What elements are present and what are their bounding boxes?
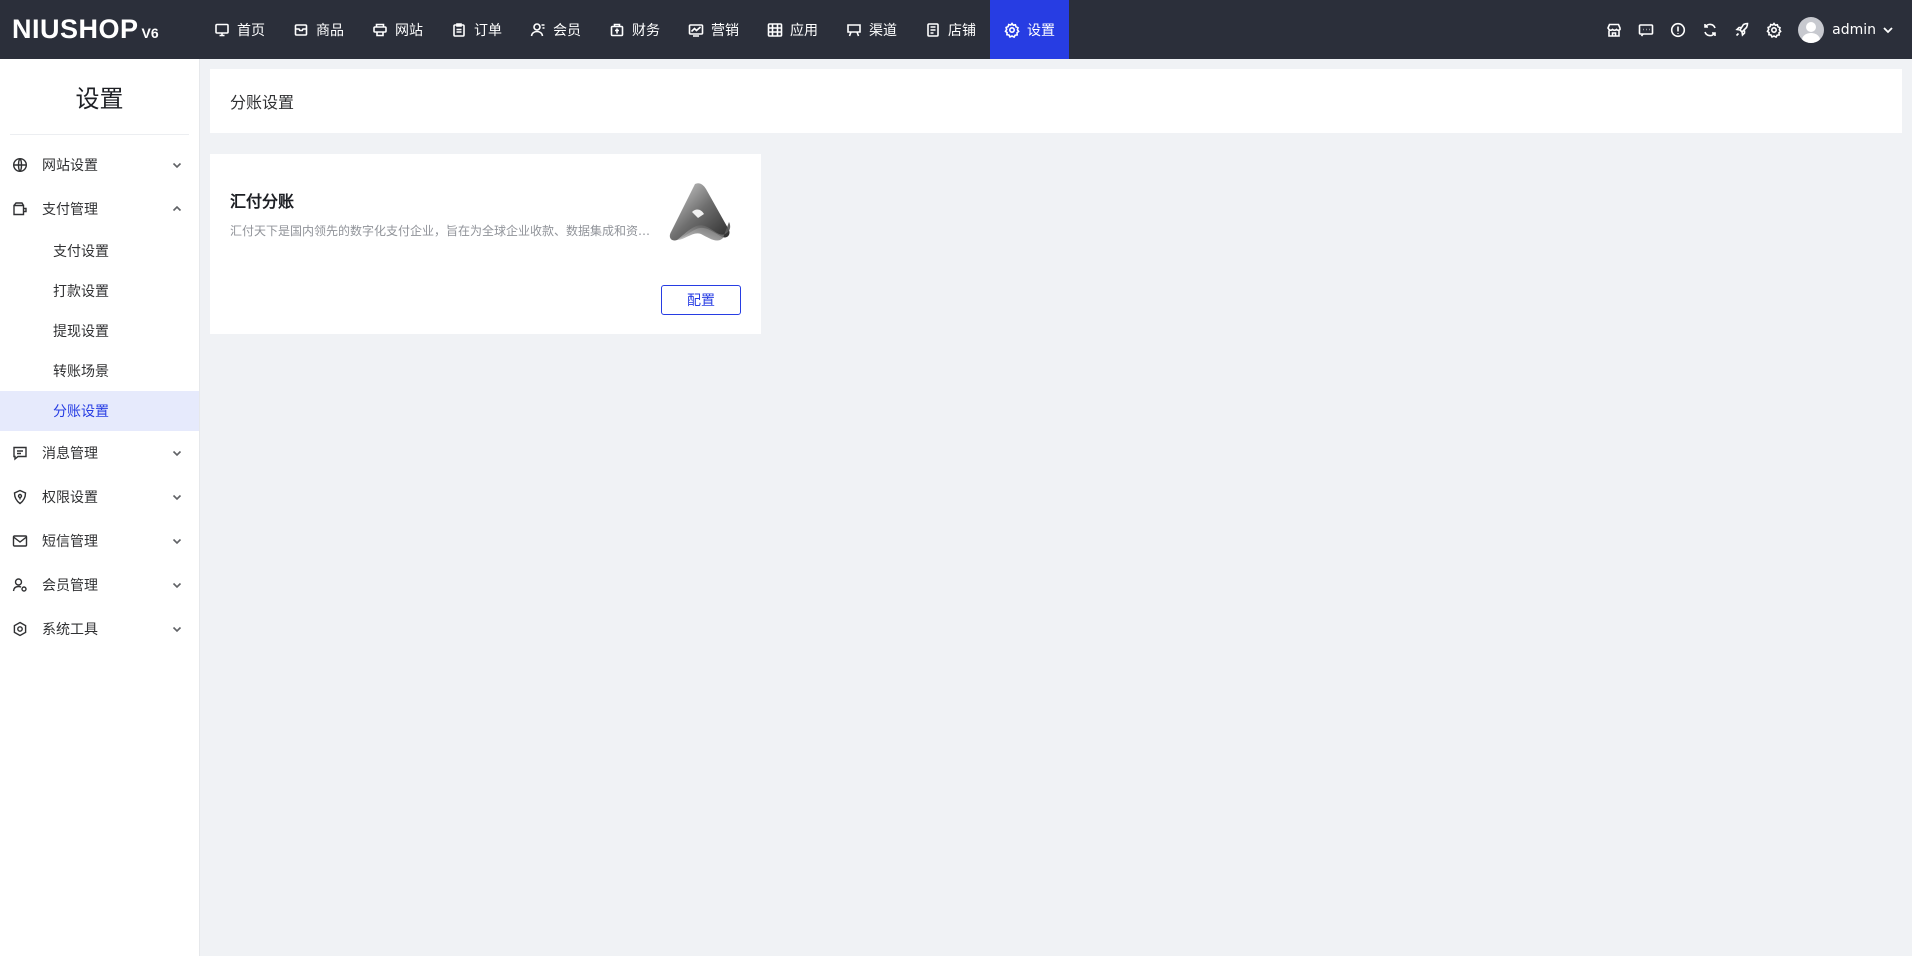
card-title: 汇付分账 xyxy=(230,192,295,211)
logo-version: V6 xyxy=(141,25,159,41)
nav-label: 订单 xyxy=(474,22,502,39)
nav-label: 网站 xyxy=(395,22,423,39)
info-icon[interactable] xyxy=(1662,14,1694,46)
main-nav: 首页 商品 网站 订单 会员 财务 营销 应用 渠道 店铺 设置 xyxy=(200,0,1069,59)
sidebar: 设置 网站设置 支付管理 支付设置 打款设置 提现设置 转账场景 分账设置 消息… xyxy=(0,59,200,956)
chevron-down-icon xyxy=(171,623,183,635)
sidebar-item-label: 消息管理 xyxy=(42,446,98,462)
sidebar-title: 设置 xyxy=(10,59,189,135)
nav-channels[interactable]: 渠道 xyxy=(832,0,911,59)
top-navbar: NIUSHOP V6 首页 商品 网站 订单 会员 财务 营销 应用 渠道 店铺… xyxy=(0,0,1912,59)
message-icon[interactable] xyxy=(1630,14,1662,46)
nav-label: 会员 xyxy=(553,22,581,39)
chevron-down-icon xyxy=(171,579,183,591)
split-provider-card: 汇付分账 汇付天下是国内领先的数字化支付企业，旨在为全球企业收款、数据集成和资金… xyxy=(210,154,761,334)
sidebar-item-label: 网站设置 xyxy=(42,158,98,174)
config-button[interactable]: 配置 xyxy=(661,285,741,315)
grid-icon xyxy=(767,22,783,37)
chevron-down-icon xyxy=(171,159,183,171)
nav-members[interactable]: 会员 xyxy=(516,0,595,59)
chevron-down-icon xyxy=(171,491,183,503)
avatar xyxy=(1798,16,1825,43)
clipboard-icon xyxy=(453,22,465,37)
sidebar-subitem-payment-settings[interactable]: 支付设置 xyxy=(0,231,199,271)
sidebar-item-label: 短信管理 xyxy=(42,534,98,550)
sidebar-subitem-split-settings[interactable]: 分账设置 xyxy=(0,391,199,431)
gear-icon xyxy=(1004,21,1020,38)
wallet-icon xyxy=(610,23,624,36)
nav-label: 财务 xyxy=(632,22,660,39)
huifu-logo xyxy=(665,182,735,246)
shield-icon xyxy=(12,489,28,505)
logo-text: NIUSHOP xyxy=(12,14,139,44)
sidebar-subitem-transfer-settings[interactable]: 打款设置 xyxy=(0,271,199,311)
refresh-icon[interactable] xyxy=(1694,14,1726,46)
chart-icon xyxy=(688,23,704,37)
store-icon[interactable] xyxy=(1598,14,1630,46)
nav-goods[interactable]: 商品 xyxy=(279,0,358,59)
user-gear-icon xyxy=(12,577,28,593)
sidebar-subitem-withdraw-settings[interactable]: 提现设置 xyxy=(0,311,199,351)
card-description: 汇付天下是国内领先的数字化支付企业，旨在为全球企业收款、数据集成和资金管理提供服… xyxy=(230,224,662,238)
sidebar-item-label: 权限设置 xyxy=(42,490,98,506)
message-icon xyxy=(12,445,28,461)
nav-label: 首页 xyxy=(237,22,265,39)
nav-site[interactable]: 网站 xyxy=(358,0,437,59)
sidebar-item-website-settings[interactable]: 网站设置 xyxy=(0,143,199,187)
nav-orders[interactable]: 订单 xyxy=(437,0,516,59)
globe-icon xyxy=(12,157,28,173)
logo[interactable]: NIUSHOP V6 xyxy=(0,14,200,45)
sidebar-item-label: 支付管理 xyxy=(42,202,98,218)
nav-home[interactable]: 首页 xyxy=(200,0,279,59)
sidebar-menu: 网站设置 支付管理 支付设置 打款设置 提现设置 转账场景 分账设置 消息管理 … xyxy=(0,135,199,651)
sidebar-item-payment-management[interactable]: 支付管理 xyxy=(0,187,199,231)
mail-icon xyxy=(12,533,28,549)
chevron-down-icon xyxy=(171,535,183,547)
nav-settings[interactable]: 设置 xyxy=(990,0,1069,59)
nav-label: 设置 xyxy=(1027,22,1055,39)
user-icon xyxy=(530,22,545,36)
chevron-up-icon xyxy=(171,203,183,215)
monitor-icon xyxy=(215,23,229,36)
nav-label: 渠道 xyxy=(869,22,897,39)
settings-icon[interactable] xyxy=(1758,14,1790,46)
nav-store[interactable]: 店铺 xyxy=(911,0,990,59)
top-toolbar: admin xyxy=(1598,0,1912,59)
nav-apps[interactable]: 应用 xyxy=(753,0,832,59)
sidebar-item-permission-settings[interactable]: 权限设置 xyxy=(0,475,199,519)
document-icon xyxy=(927,22,939,37)
user-name: admin xyxy=(1832,21,1876,38)
sidebar-item-label: 会员管理 xyxy=(42,578,98,594)
sidebar-item-sms-management[interactable]: 短信管理 xyxy=(0,519,199,563)
nav-label: 店铺 xyxy=(948,22,976,39)
box-icon xyxy=(294,23,308,36)
display-icon xyxy=(847,23,861,36)
printer-icon xyxy=(373,23,387,36)
chevron-down-icon xyxy=(171,447,183,459)
hexagon-gear-icon xyxy=(12,621,28,637)
sidebar-subitem-transfer-scene[interactable]: 转账场景 xyxy=(0,351,199,391)
nav-label: 应用 xyxy=(790,22,818,39)
sidebar-item-message-management[interactable]: 消息管理 xyxy=(0,431,199,475)
chevron-down-icon xyxy=(1883,26,1893,33)
sidebar-item-system-tools[interactable]: 系统工具 xyxy=(0,607,199,651)
user-menu[interactable]: admin xyxy=(1798,16,1894,43)
nav-marketing[interactable]: 营销 xyxy=(674,0,753,59)
page-title: 分账设置 xyxy=(210,69,1902,133)
nav-label: 商品 xyxy=(316,22,344,39)
nav-label: 营销 xyxy=(711,22,739,39)
rocket-icon[interactable] xyxy=(1726,14,1758,46)
wallet-icon xyxy=(12,201,28,217)
sidebar-item-member-management[interactable]: 会员管理 xyxy=(0,563,199,607)
nav-finance[interactable]: 财务 xyxy=(595,0,674,59)
sidebar-item-label: 系统工具 xyxy=(42,622,98,638)
